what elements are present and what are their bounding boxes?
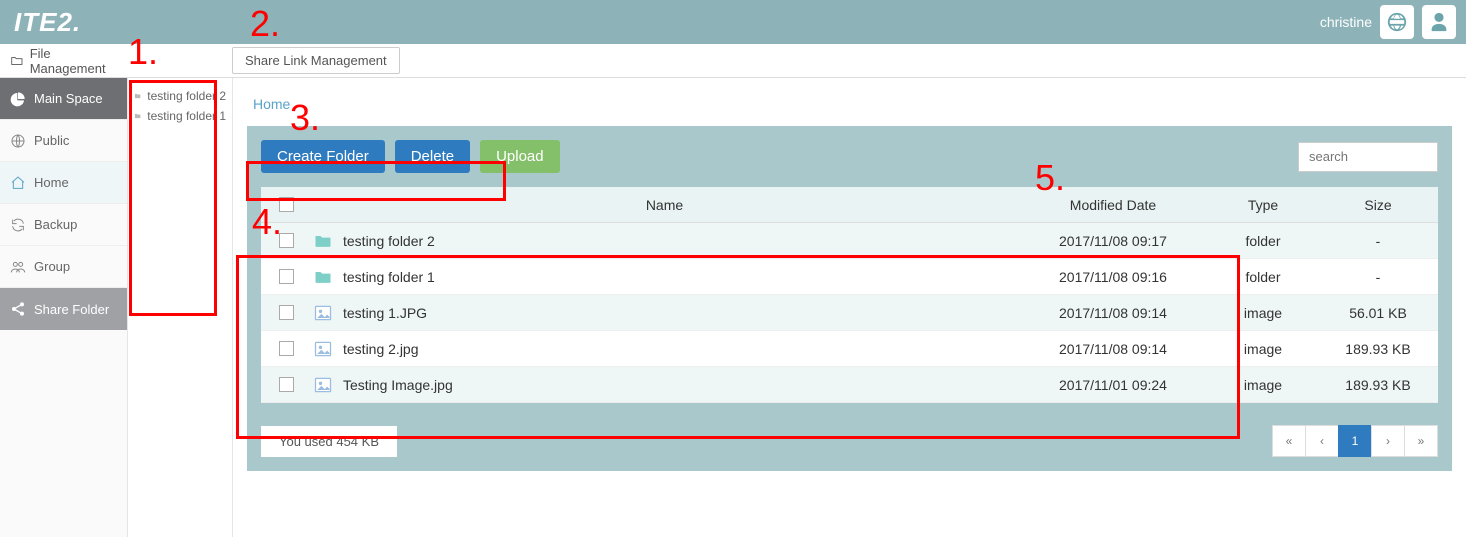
group-icon <box>10 259 26 275</box>
folder-tree: testing folder 2 testing folder 1 <box>128 78 233 537</box>
page-prev-button[interactable]: ‹ <box>1305 425 1339 457</box>
pie-icon <box>10 91 26 107</box>
public-icon <box>10 133 26 149</box>
image-icon <box>313 339 333 359</box>
sub-header: File Management Share Link Management <box>0 44 1466 78</box>
row-checkbox[interactable] <box>279 377 294 392</box>
col-type[interactable]: Type <box>1208 197 1318 213</box>
section-title: File Management <box>0 46 128 76</box>
file-size: 189.93 KB <box>1318 377 1438 393</box>
upload-button[interactable]: Upload <box>480 140 560 173</box>
sidebar-item-label: Public <box>34 133 69 148</box>
search-input[interactable] <box>1298 142 1438 172</box>
tree-item[interactable]: testing folder 1 <box>134 106 226 126</box>
file-type: folder <box>1208 233 1318 249</box>
delete-button[interactable]: Delete <box>395 140 470 173</box>
sidebar-item-label: Backup <box>34 217 77 232</box>
file-size: 189.93 KB <box>1318 341 1438 357</box>
sidebar-item-main-space[interactable]: Main Space <box>0 78 127 120</box>
file-date: 2017/11/08 09:16 <box>1018 269 1208 285</box>
table-row[interactable]: testing 1.JPG 2017/11/08 09:14image56.01 … <box>261 295 1438 331</box>
share-link-management-button[interactable]: Share Link Management <box>232 47 400 74</box>
table-row[interactable]: testing folder 2 2017/11/08 09:17folder- <box>261 223 1438 259</box>
sidebar-item-label: Home <box>34 175 69 190</box>
breadcrumb[interactable]: Home <box>253 96 1452 112</box>
folder-icon <box>313 231 333 251</box>
row-checkbox[interactable] <box>279 341 294 356</box>
backup-icon <box>10 217 26 233</box>
sidebar-item-group[interactable]: Group <box>0 246 127 288</box>
file-panel: Create Folder Delete Upload Name Modifie… <box>247 126 1452 471</box>
file-type: image <box>1208 377 1318 393</box>
table-row[interactable]: testing 2.jpg 2017/11/08 09:14image189.93… <box>261 331 1438 367</box>
file-type: folder <box>1208 269 1318 285</box>
panel-footer: You used 454 KB « ‹ 1 › » <box>261 425 1438 457</box>
top-bar: ITE2. christine <box>0 0 1466 44</box>
file-size: - <box>1318 269 1438 285</box>
file-name: testing folder 1 <box>343 269 435 285</box>
logo: ITE2. <box>14 9 81 35</box>
folder-icon <box>134 109 141 123</box>
file-name: testing folder 2 <box>343 233 435 249</box>
tree-item[interactable]: testing folder 2 <box>134 86 226 106</box>
col-name[interactable]: Name <box>311 197 1018 213</box>
file-size: 56.01 KB <box>1318 305 1438 321</box>
sidebar: Main Space Public Home Backup Group Shar… <box>0 78 128 537</box>
sidebar-item-share-folder[interactable]: Share Folder <box>0 288 127 330</box>
file-name: Testing Image.jpg <box>343 377 453 393</box>
table-row[interactable]: testing folder 1 2017/11/08 09:16folder- <box>261 259 1438 295</box>
folder-icon <box>134 89 141 103</box>
file-name: testing 1.JPG <box>343 305 427 321</box>
row-checkbox[interactable] <box>279 305 294 320</box>
tree-item-label: testing folder 1 <box>147 109 226 123</box>
image-icon <box>313 303 333 323</box>
file-date: 2017/11/08 09:14 <box>1018 341 1208 357</box>
file-date: 2017/11/08 09:14 <box>1018 305 1208 321</box>
select-all-checkbox[interactable] <box>279 197 294 212</box>
sidebar-item-public[interactable]: Public <box>0 120 127 162</box>
username-label: christine <box>1320 14 1372 30</box>
page-last-button[interactable]: » <box>1404 425 1438 457</box>
globe-icon[interactable] <box>1380 5 1414 39</box>
file-size: - <box>1318 233 1438 249</box>
file-table: Name Modified Date Type Size testing fol… <box>261 187 1438 403</box>
page-first-button[interactable]: « <box>1272 425 1306 457</box>
page-number-button[interactable]: 1 <box>1338 425 1372 457</box>
row-checkbox[interactable] <box>279 269 294 284</box>
create-folder-button[interactable]: Create Folder <box>261 140 385 173</box>
tree-item-label: testing folder 2 <box>147 89 226 103</box>
col-date[interactable]: Modified Date <box>1018 197 1208 213</box>
image-icon <box>313 375 333 395</box>
folder-icon <box>313 267 333 287</box>
table-row[interactable]: Testing Image.jpg 2017/11/01 09:24image18… <box>261 367 1438 403</box>
row-checkbox[interactable] <box>279 233 294 248</box>
col-size[interactable]: Size <box>1318 197 1438 213</box>
sidebar-item-label: Group <box>34 259 70 274</box>
sidebar-item-label: Main Space <box>34 91 103 106</box>
sidebar-item-backup[interactable]: Backup <box>0 204 127 246</box>
file-type: image <box>1208 305 1318 321</box>
sidebar-item-label: Share Folder <box>34 302 109 317</box>
sidebar-item-home[interactable]: Home <box>0 162 127 204</box>
file-type: image <box>1208 341 1318 357</box>
user-icon[interactable] <box>1422 5 1456 39</box>
toolbar: Create Folder Delete Upload <box>261 140 1438 173</box>
content-area: Home Create Folder Delete Upload Name Mo… <box>233 78 1466 537</box>
page-next-button[interactable]: › <box>1371 425 1405 457</box>
file-date: 2017/11/01 09:24 <box>1018 377 1208 393</box>
table-header: Name Modified Date Type Size <box>261 187 1438 223</box>
file-date: 2017/11/08 09:17 <box>1018 233 1208 249</box>
home-icon <box>10 175 26 191</box>
pagination: « ‹ 1 › » <box>1273 425 1438 457</box>
file-name: testing 2.jpg <box>343 341 419 357</box>
usage-label: You used 454 KB <box>261 426 397 457</box>
share-icon <box>10 301 26 317</box>
